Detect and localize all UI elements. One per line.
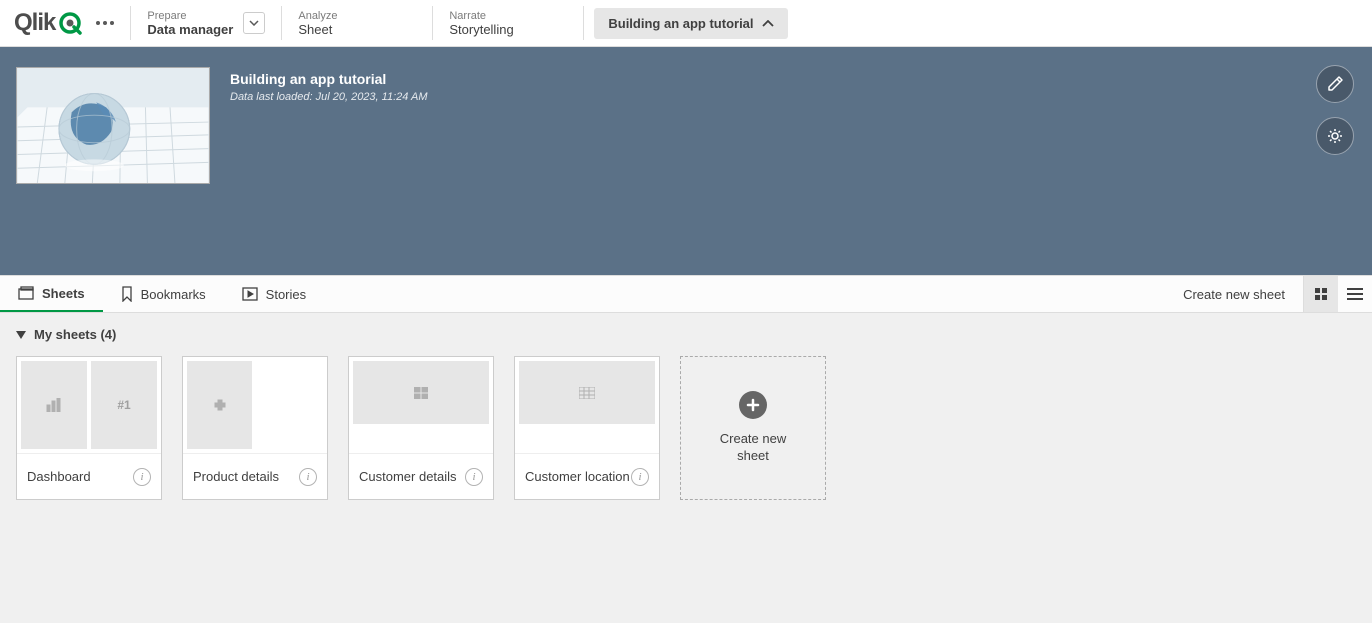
chevron-up-icon xyxy=(762,20,774,27)
content-tabs-bar: Sheets Bookmarks Stories Create new shee… xyxy=(0,275,1372,313)
my-sheets-section-toggle[interactable]: My sheets (4) xyxy=(0,313,1372,356)
sheet-cards: #1 Dashboard i Product details i xyxy=(0,356,1372,500)
tab-label: Bookmarks xyxy=(141,287,206,302)
sheet-card-footer: Customer location i xyxy=(515,453,659,499)
sheet-preview: #1 xyxy=(17,357,161,453)
nav-prepare[interactable]: Prepare Data manager xyxy=(131,0,281,46)
hero-texts: Building an app tutorial Data last loade… xyxy=(230,67,428,255)
preview-tile: #1 xyxy=(91,361,157,449)
logo-cell: Qlik xyxy=(0,0,130,46)
tab-stories[interactable]: Stories xyxy=(224,276,324,312)
bar-chart-icon xyxy=(46,398,62,412)
nav-value: Data manager xyxy=(147,22,233,37)
brand-text: Qlik xyxy=(14,9,55,37)
edit-app-button[interactable] xyxy=(1316,65,1354,103)
nav-label: Narrate xyxy=(449,10,513,22)
tab-label: Stories xyxy=(266,287,306,302)
app-thumbnail xyxy=(16,67,210,184)
plus-icon xyxy=(739,391,767,419)
info-icon[interactable]: i xyxy=(465,468,483,486)
extension-icon xyxy=(213,398,227,412)
info-icon[interactable]: i xyxy=(631,468,649,486)
caret-down-icon xyxy=(16,331,26,339)
app-overview-pill[interactable]: Building an app tutorial xyxy=(594,8,787,39)
sheet-name: Customer location xyxy=(525,469,630,484)
sheet-card-product-details[interactable]: Product details i xyxy=(182,356,328,500)
nav-analyze[interactable]: Analyze Sheet xyxy=(282,0,432,46)
create-new-sheet-card[interactable]: Create new sheet xyxy=(680,356,826,500)
preview-tile xyxy=(21,361,87,449)
brand-logo[interactable]: Qlik xyxy=(14,9,82,37)
sheet-name: Customer details xyxy=(359,469,457,484)
grid-view-icon xyxy=(1314,287,1328,301)
tab-bookmarks[interactable]: Bookmarks xyxy=(103,276,224,312)
table-icon xyxy=(579,387,595,399)
spacer xyxy=(324,276,1165,312)
create-label: Create new sheet xyxy=(1183,287,1285,302)
view-toggle xyxy=(1303,276,1372,312)
pencil-icon xyxy=(1326,75,1344,93)
app-title: Building an app tutorial xyxy=(230,71,428,87)
app-last-loaded: Data last loaded: Jul 20, 2023, 11:24 AM xyxy=(230,91,428,103)
info-icon[interactable]: i xyxy=(299,468,317,486)
preview-tile xyxy=(519,361,655,424)
sheet-preview xyxy=(183,357,327,453)
grid-view-button[interactable] xyxy=(1304,276,1338,312)
tab-sheets[interactable]: Sheets xyxy=(0,276,103,312)
sheet-preview xyxy=(515,357,659,453)
object-icon xyxy=(414,387,428,399)
preview-tile xyxy=(353,361,489,424)
bookmark-icon xyxy=(121,286,133,302)
app-settings-button[interactable] xyxy=(1316,117,1354,155)
gear-icon xyxy=(1326,127,1344,145)
nav-label: Prepare xyxy=(147,10,233,22)
list-view-icon xyxy=(1347,288,1363,300)
more-icon xyxy=(96,21,114,25)
create-new-sheet-link[interactable]: Create new sheet xyxy=(1165,276,1303,312)
sheet-card-footer: Customer details i xyxy=(349,453,493,499)
sheet-card-footer: Product details i xyxy=(183,453,327,499)
sheet-name: Dashboard xyxy=(27,469,91,484)
sheets-icon xyxy=(18,286,34,300)
chevron-down-icon xyxy=(249,20,259,26)
sheet-card-dashboard[interactable]: #1 Dashboard i xyxy=(16,356,162,500)
list-view-button[interactable] xyxy=(1338,276,1372,312)
info-icon[interactable]: i xyxy=(133,468,151,486)
sheet-name: Product details xyxy=(193,469,279,484)
sheet-card-customer-location[interactable]: Customer location i xyxy=(514,356,660,500)
top-bar: Qlik Prepare Data manager Analyze Sheet xyxy=(0,0,1372,47)
brand-q-icon xyxy=(58,11,82,35)
section-heading: My sheets (4) xyxy=(34,327,116,342)
sheet-preview xyxy=(349,357,493,453)
app-hero: Building an app tutorial Data last loade… xyxy=(0,47,1372,275)
sheet-card-footer: Dashboard i xyxy=(17,453,161,499)
preview-tile xyxy=(187,361,252,449)
tab-label: Sheets xyxy=(42,286,85,301)
nav-value: Sheet xyxy=(298,22,337,37)
hero-actions xyxy=(1316,65,1354,155)
nav-narrate[interactable]: Narrate Storytelling xyxy=(433,0,583,46)
play-story-icon xyxy=(242,287,258,301)
nav-label: Analyze xyxy=(298,10,337,22)
sheet-card-customer-details[interactable]: Customer details i xyxy=(348,356,494,500)
app-pill-label: Building an app tutorial xyxy=(608,16,753,31)
nav-prepare-dropdown[interactable] xyxy=(243,12,265,34)
create-new-sheet-label: Create new sheet xyxy=(708,431,798,465)
nav-value: Storytelling xyxy=(449,22,513,37)
app-pill-container: Building an app tutorial xyxy=(584,0,797,46)
more-menu-button[interactable] xyxy=(90,8,120,38)
